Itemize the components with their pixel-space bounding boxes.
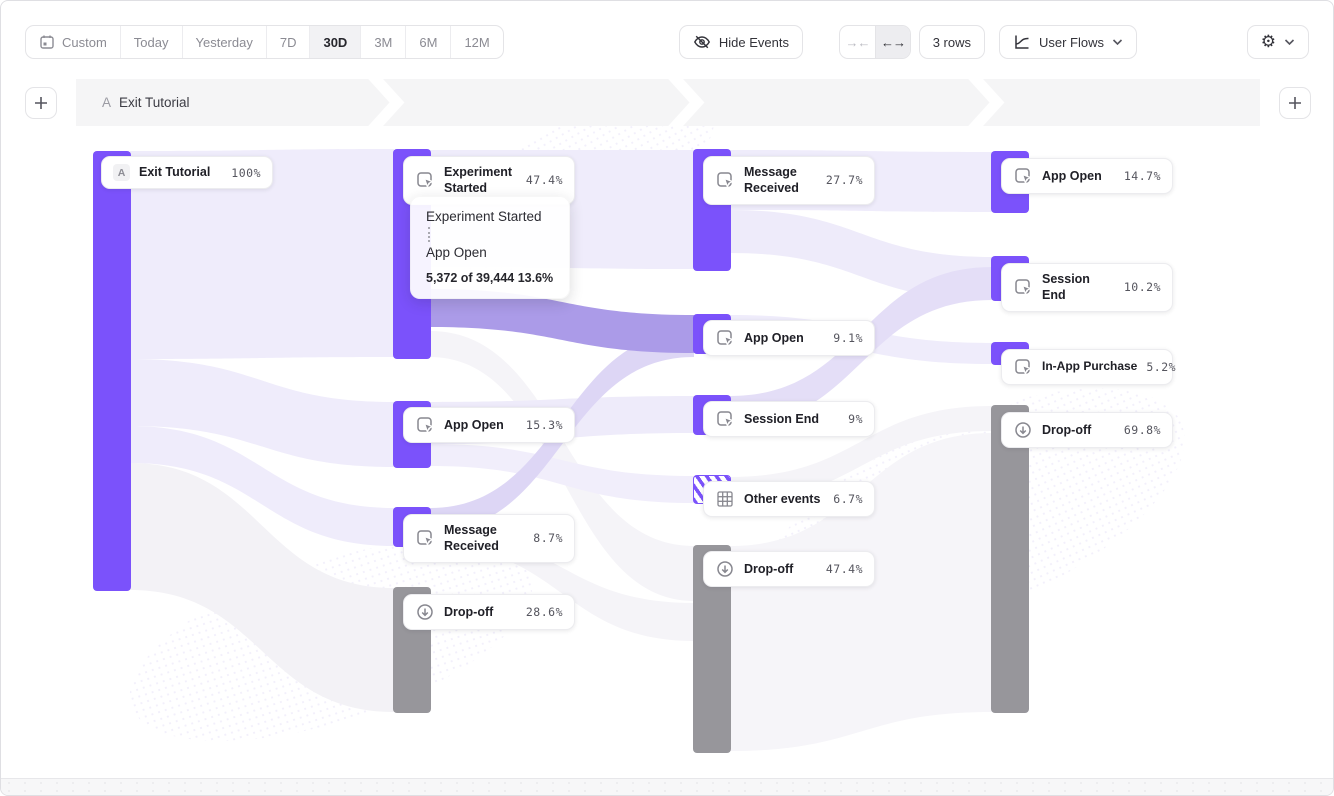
node-drop-off-4[interactable]: Drop-off 69.8% <box>1001 412 1173 448</box>
event-icon <box>1013 166 1033 186</box>
event-icon <box>715 328 735 348</box>
event-icon <box>415 528 435 548</box>
node-in-app-purchase-4[interactable]: In-App Purchase 5.2% <box>1001 349 1173 385</box>
node-app-open-4[interactable]: App Open 14.7% <box>1001 158 1173 194</box>
event-icon <box>415 415 435 435</box>
bar-drop-off-4[interactable] <box>991 405 1029 713</box>
drop-off-icon <box>415 602 435 622</box>
node-app-open-3[interactable]: App Open 9.1% <box>703 320 875 356</box>
event-icon <box>415 170 435 190</box>
tooltip-stat: 5,372 of 39,444 13.6% <box>426 271 554 285</box>
drop-off-icon <box>715 559 735 579</box>
footer-strip <box>1 778 1333 795</box>
node-session-end-4[interactable]: Session End 10.2% <box>1001 263 1173 312</box>
event-icon <box>715 409 735 429</box>
user-flows-page: Custom Today Yesterday 7D 30D 3M 6M 12M … <box>0 0 1334 796</box>
node-other-events-3[interactable]: Other events 6.7% <box>703 481 875 517</box>
node-message-received-2[interactable]: Message Received 8.7% <box>403 514 575 563</box>
event-icon <box>1013 357 1033 377</box>
drop-off-icon <box>1013 420 1033 440</box>
tooltip-target-event: App Open <box>426 245 554 260</box>
event-icon <box>1013 277 1033 297</box>
link-tooltip: Experiment Started App Open 5,372 of 39,… <box>410 196 570 299</box>
grid-icon <box>715 489 735 509</box>
sankey-canvas: A Exit Tutorial 100% Experiment Started … <box>1 1 1333 795</box>
bar-exit-tutorial[interactable] <box>93 151 131 591</box>
node-drop-off-2[interactable]: Drop-off 28.6% <box>403 594 575 630</box>
sankey-links <box>1 1 1334 796</box>
tooltip-source-event: Experiment Started <box>426 209 554 224</box>
node-message-received-3[interactable]: Message Received 27.7% <box>703 156 875 205</box>
series-badge: A <box>113 164 130 181</box>
tooltip-connector <box>428 227 430 242</box>
node-drop-off-3[interactable]: Drop-off 47.4% <box>703 551 875 587</box>
node-app-open-2[interactable]: App Open 15.3% <box>403 407 575 443</box>
event-icon <box>715 170 735 190</box>
node-exit-tutorial[interactable]: A Exit Tutorial 100% <box>101 156 273 189</box>
node-session-end-3[interactable]: Session End 9% <box>703 401 875 437</box>
